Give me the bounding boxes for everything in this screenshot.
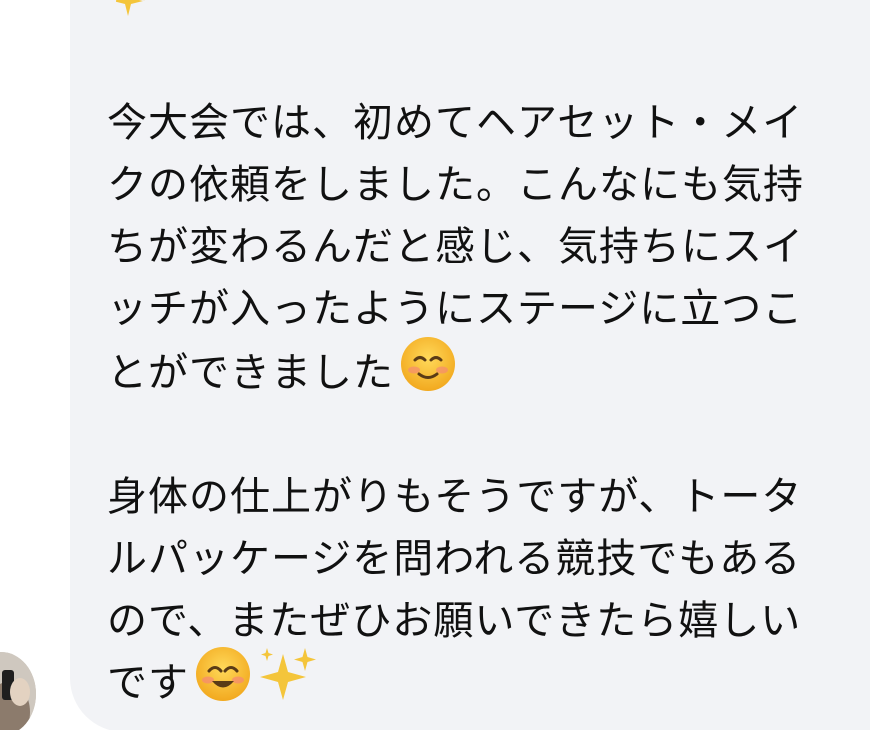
message-line: 今大会では、初めてヘアセット・メイ bbox=[107, 100, 804, 146]
message-line: ので、またぜひお願いできたら嬉しい bbox=[107, 598, 802, 644]
message-line-with-emoji: です bbox=[107, 647, 319, 720]
message-line-with-emoji: とができました bbox=[107, 337, 456, 410]
smiling-face-icon bbox=[400, 336, 456, 406]
message-line: ッチが入ったようにステージに立つこ bbox=[107, 286, 804, 332]
chat-screen: 今大会では、初めてヘアセット・メイ クの依頼をしました。こんなにも気持 ちが変わ… bbox=[0, 0, 870, 730]
message-line: 身体の仕上がりもそうですが、トータ bbox=[107, 474, 803, 520]
message-line: クの依頼をしました。こんなにも気持 bbox=[107, 162, 804, 208]
smiling-face-with-smiling-eyes-icon bbox=[195, 646, 251, 716]
sparkles-icon bbox=[113, 0, 152, 24]
message-line: ルパッケージを問われる競技でもある bbox=[107, 536, 802, 582]
message-line-text: とができました bbox=[107, 350, 394, 396]
avatar[interactable] bbox=[0, 652, 36, 730]
sparkles-icon bbox=[257, 646, 319, 716]
message-line-text: です bbox=[107, 660, 189, 706]
message-line: ちが変わるんだと感じ、気持ちにスイ bbox=[107, 224, 804, 270]
